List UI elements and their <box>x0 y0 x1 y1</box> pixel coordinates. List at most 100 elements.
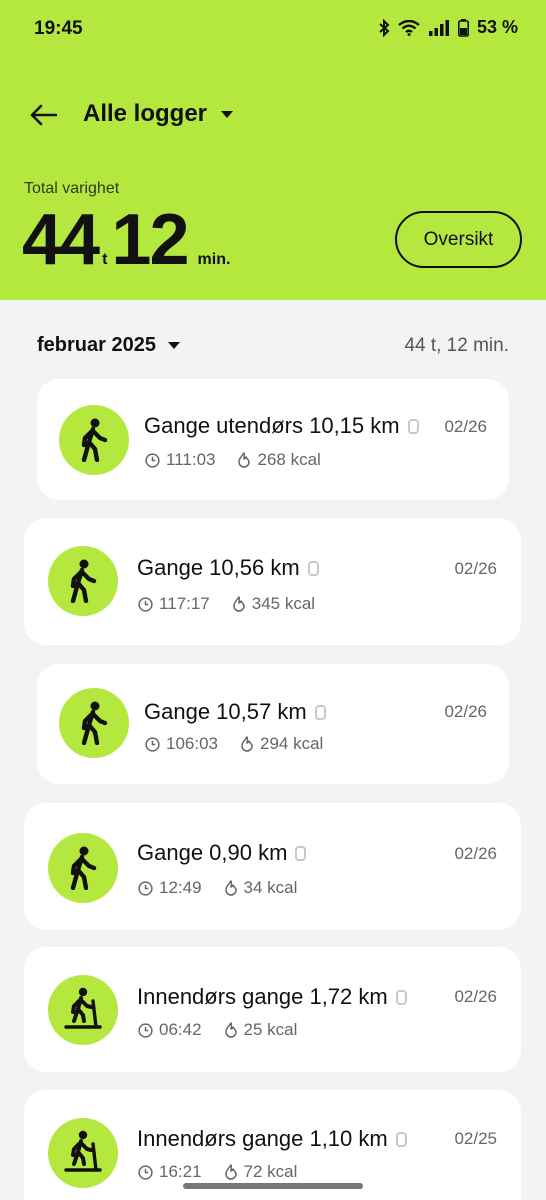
total-duration-label: Total varighet <box>24 180 120 197</box>
activity-title-row: Gange 10,57 km <box>144 699 326 725</box>
walking-icon <box>70 559 97 603</box>
clock-icon <box>138 1022 153 1038</box>
status-icons: 53 % <box>378 17 518 38</box>
activity-calories: 294 kcal <box>260 734 324 753</box>
watch-icon <box>295 845 307 861</box>
clock-icon <box>138 1164 153 1180</box>
activity-avatar <box>59 405 129 475</box>
clock-icon <box>138 596 153 612</box>
wifi-icon <box>398 19 420 36</box>
calories-item: 294 kcal <box>240 734 323 754</box>
log-filter-dropdown[interactable]: Alle logger <box>83 100 234 128</box>
back-button[interactable] <box>26 98 60 132</box>
calories-item: 34 kcal <box>224 878 298 898</box>
activity-calories: 345 kcal <box>251 594 316 613</box>
calories-item: 345 kcal <box>232 594 315 614</box>
activity-card[interactable]: Innendørs gange 1,72 km 02/26 06:42 25 k… <box>24 947 521 1072</box>
activity-title-row: Gange 10,56 km <box>137 555 319 581</box>
activity-avatar <box>48 546 118 616</box>
activity-date: 02/26 <box>454 844 497 863</box>
activity-title: Gange 10,57 km <box>144 699 307 724</box>
activity-avatar <box>59 688 129 758</box>
back-arrow-icon <box>30 104 57 126</box>
total-duration-value: 44 t 12 min. <box>22 200 234 280</box>
activity-avatar <box>48 975 118 1045</box>
activity-date: 02/25 <box>454 1129 497 1148</box>
activity-title: Innendørs gange 1,10 km <box>137 1126 388 1151</box>
flame-icon <box>232 596 245 612</box>
activity-calories: 25 kcal <box>243 1020 298 1039</box>
total-minutes: 12 <box>111 200 189 280</box>
activity-card[interactable]: Gange 0,90 km 02/26 12:49 34 kcal <box>24 803 521 930</box>
activity-date: 02/26 <box>444 417 487 436</box>
duration-item: 106:03 <box>145 734 218 754</box>
activity-meta: 106:03 294 kcal <box>145 734 323 754</box>
home-indicator[interactable] <box>183 1183 363 1189</box>
activity-title-row: Gange 0,90 km <box>137 840 307 866</box>
flame-icon <box>224 880 237 896</box>
activity-meta: 06:42 25 kcal <box>138 1020 297 1040</box>
activity-title-row: Gange utendørs 10,15 km <box>144 413 419 439</box>
flame-icon <box>224 1164 237 1180</box>
activity-calories: 268 kcal <box>257 450 321 469</box>
page-title: Alle logger <box>83 100 208 127</box>
activity-date: 02/26 <box>454 987 497 1006</box>
clock-icon <box>138 880 153 896</box>
watch-icon <box>395 989 407 1005</box>
walking-icon <box>70 846 97 890</box>
watch-icon <box>407 418 419 434</box>
activity-date: 02/26 <box>454 559 497 578</box>
activity-title: Gange 10,56 km <box>137 555 300 580</box>
activity-card[interactable]: Gange 10,56 km 02/26 117:17 345 kcal <box>24 518 521 645</box>
clock-icon <box>145 736 160 752</box>
duration-item: 16:21 <box>138 1162 202 1182</box>
walking-icon <box>81 701 108 745</box>
activity-title: Innendørs gange 1,72 km <box>137 984 388 1009</box>
flame-icon <box>238 452 251 468</box>
flame-icon <box>224 1022 237 1038</box>
activity-avatar <box>48 833 118 903</box>
activity-duration: 16:21 <box>159 1162 202 1181</box>
month-label: februar 2025 <box>37 334 156 356</box>
activity-avatar <box>48 1118 118 1188</box>
status-bar: 19:45 53 % <box>0 0 546 60</box>
watch-icon <box>314 704 326 720</box>
calories-item: 25 kcal <box>224 1020 298 1040</box>
duration-item: 12:49 <box>138 878 202 898</box>
activity-meta: 12:49 34 kcal <box>138 878 297 898</box>
month-total-duration: 44 t, 12 min. <box>404 335 509 356</box>
treadmill-icon <box>64 987 102 1029</box>
summary-header: 19:45 53 % Alle logger Total varighet 44… <box>0 0 546 300</box>
activity-title: Gange utendørs 10,15 km <box>144 413 400 438</box>
calories-item: 268 kcal <box>237 450 321 470</box>
battery-level: 53 % <box>476 17 518 37</box>
flame-icon <box>241 736 253 752</box>
activity-card[interactable]: Gange 10,57 km 02/26 106:03 294 kcal <box>37 664 509 784</box>
bluetooth-icon <box>379 18 390 37</box>
watch-icon <box>307 560 319 576</box>
activity-duration: 106:03 <box>166 734 218 753</box>
calories-item: 72 kcal <box>224 1162 298 1182</box>
treadmill-icon <box>64 1130 102 1172</box>
duration-item: 117:17 <box>138 594 210 614</box>
overview-button[interactable]: Oversikt <box>395 211 522 268</box>
total-hours: 44 <box>22 200 100 280</box>
activity-card[interactable]: Gange utendørs 10,15 km 02/26 111:03 268… <box>37 379 509 500</box>
activity-date: 02/26 <box>444 702 487 721</box>
activity-meta: 111:03 268 kcal <box>145 450 321 470</box>
activity-meta: 16:21 72 kcal <box>138 1162 297 1182</box>
chevron-down-icon <box>221 110 234 118</box>
activity-duration: 06:42 <box>159 1020 202 1039</box>
activity-title: Gange 0,90 km <box>137 840 288 865</box>
duration-item: 06:42 <box>138 1020 202 1040</box>
signal-icon <box>428 19 449 36</box>
activity-calories: 34 kcal <box>243 878 298 897</box>
walking-icon <box>81 418 108 462</box>
minutes-unit: min. <box>197 251 231 268</box>
activity-calories: 72 kcal <box>243 1162 298 1181</box>
chevron-down-icon <box>167 342 180 349</box>
month-selector[interactable]: februar 2025 <box>37 334 180 357</box>
activity-duration: 111:03 <box>166 450 216 469</box>
clock-icon <box>145 452 160 468</box>
activity-title-row: Innendørs gange 1,10 km <box>137 1126 407 1152</box>
